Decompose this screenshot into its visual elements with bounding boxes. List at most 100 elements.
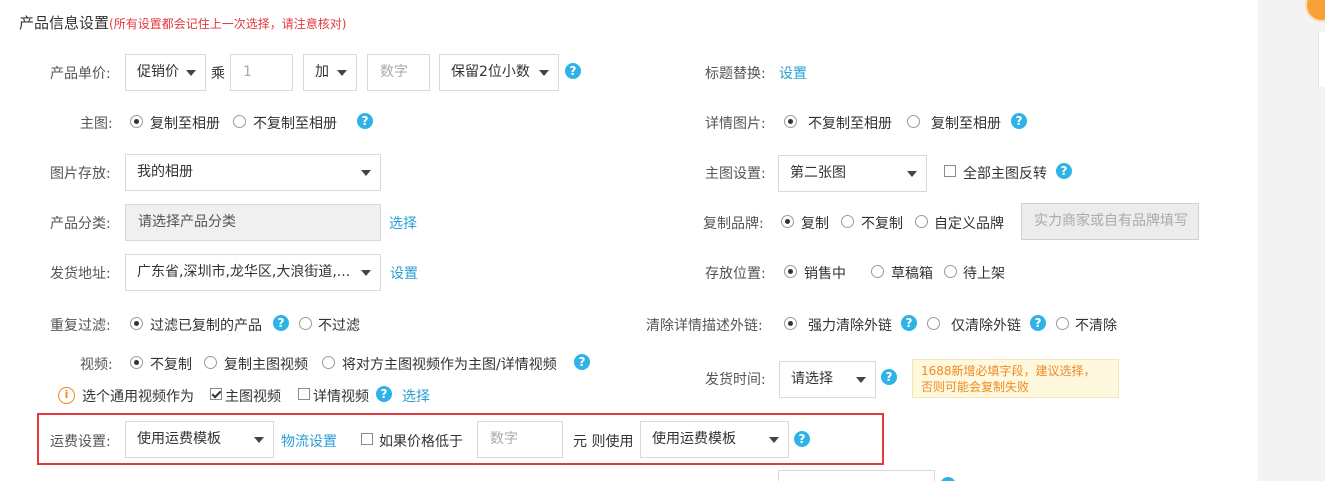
dedupe-none-label: 不过滤 (318, 318, 360, 334)
right-side-panel (1258, 0, 1325, 481)
alt-freight-template-value: 使用运费模板 (652, 431, 736, 447)
brand-copy-radio[interactable] (781, 215, 794, 228)
general-video-main-checkbox[interactable] (210, 388, 222, 400)
side-scrollbar[interactable] (1318, 32, 1325, 87)
price-below-label: 如果价格低于 (379, 434, 463, 450)
chevron-down-icon (254, 437, 264, 443)
general-video-main-label: 主图视频 (225, 389, 281, 405)
title-replace-label: 标题替换: (705, 66, 766, 82)
rounding-select[interactable]: 保留2位小数 (439, 54, 559, 91)
image-storage-value: 我的相册 (137, 164, 193, 180)
main-image-setting-label: 主图设置: (705, 166, 766, 182)
storage-location-label: 存放位置: (705, 266, 766, 282)
brand-nocopy-radio[interactable] (841, 215, 854, 228)
video-nocopy-radio[interactable] (130, 356, 143, 369)
multiply-label: 乘 (211, 66, 225, 82)
help-icon[interactable]: ? (881, 369, 897, 385)
help-icon[interactable]: ? (901, 315, 917, 331)
price-op-select[interactable]: 加 (303, 54, 357, 91)
help-icon[interactable]: ? (273, 315, 289, 331)
main-image-setting-select[interactable]: 第二张图 (778, 155, 927, 192)
storage-pending-radio[interactable] (944, 265, 957, 278)
clear-links-none-radio[interactable] (1056, 317, 1069, 330)
freight-template-value: 使用运费模板 (137, 431, 221, 447)
general-video-detail-label: 详情视频 (313, 389, 369, 405)
price-below-checkbox[interactable] (361, 433, 373, 445)
general-video-label: 选个通用视频作为 (82, 389, 194, 405)
ship-time-tip-line1: 1688新增必填字段，建议选择， (921, 364, 1096, 378)
ship-address-select[interactable]: 广东省,深圳市,龙华区,大浪街道,... (125, 254, 381, 291)
next-row-select-partial[interactable] (778, 470, 935, 481)
ship-time-tip: 1688新增必填字段，建议选择， 否则可能会复制失败 (912, 359, 1119, 398)
help-icon[interactable]: ? (357, 113, 373, 129)
detail-image-nocopy-radio[interactable] (784, 115, 797, 128)
freight-label: 运费设置: (50, 434, 111, 450)
image-storage-label: 图片存放: (50, 166, 111, 182)
info-warning-icon: i (58, 387, 75, 404)
help-icon[interactable]: ? (1011, 113, 1027, 129)
category-select-link[interactable]: 选择 (389, 213, 417, 233)
ship-time-select[interactable]: 请选择 (779, 361, 876, 398)
main-image-nocopy-radio[interactable] (233, 115, 246, 128)
brand-copy-label: 复制 (801, 216, 829, 232)
dedupe-filter-label: 过滤已复制的产品 (150, 318, 262, 334)
chevron-down-icon (361, 270, 371, 276)
help-icon[interactable]: ? (565, 63, 581, 79)
section-title-text: 产品信息设置 (19, 14, 110, 32)
price-factor-input[interactable]: 1 (230, 54, 293, 91)
chevron-down-icon (856, 377, 866, 383)
dedupe-none-radio[interactable] (299, 317, 312, 330)
price-label: 产品单价: (50, 66, 111, 82)
price-threshold-input[interactable]: 数字 (477, 421, 563, 458)
chevron-down-icon (907, 171, 917, 177)
chevron-down-icon (337, 70, 347, 76)
brand-nocopy-label: 不复制 (861, 216, 903, 232)
storage-draft-radio[interactable] (871, 265, 884, 278)
storage-draft-label: 草稿箱 (891, 266, 933, 282)
main-image-nocopy-label: 不复制至相册 (253, 116, 337, 132)
clear-links-strong-radio[interactable] (784, 317, 797, 330)
help-icon[interactable]: ? (1030, 315, 1046, 331)
chevron-down-icon (539, 70, 549, 76)
clear-links-label: 清除详情描述外链: (646, 318, 763, 334)
title-replace-link[interactable]: 设置 (779, 63, 807, 83)
clear-links-only-radio[interactable] (927, 317, 940, 330)
help-icon[interactable]: ? (574, 354, 590, 370)
main-image-copy-radio[interactable] (130, 115, 143, 128)
help-icon[interactable]: ? (794, 431, 810, 447)
unit-then-label: 元 则使用 (573, 434, 634, 450)
ship-time-tip-line2: 否则可能会复制失败 (921, 380, 1030, 394)
clear-links-none-label: 不清除 (1075, 318, 1117, 334)
price-base-select[interactable]: 促销价 (125, 54, 206, 91)
detail-image-copy-label: 复制至相册 (931, 116, 1001, 132)
ship-time-label: 发货时间: (705, 372, 766, 388)
detail-image-copy-radio[interactable] (907, 115, 920, 128)
brand-custom-radio[interactable] (915, 215, 928, 228)
help-icon[interactable]: ? (376, 386, 392, 402)
storage-onsale-radio[interactable] (784, 265, 797, 278)
logistics-settings-link[interactable]: 物流设置 (281, 431, 337, 451)
video-use-theirs-radio[interactable] (322, 356, 335, 369)
main-image-label: 主图: (80, 116, 113, 132)
category-input[interactable]: 请选择产品分类 (125, 204, 381, 241)
storage-onsale-label: 销售中 (804, 266, 846, 282)
alt-freight-template-select[interactable]: 使用运费模板 (640, 421, 789, 458)
reverse-main-images-checkbox[interactable] (944, 165, 956, 177)
help-icon[interactable]: ? (1056, 163, 1072, 179)
main-image-setting-value: 第二张图 (790, 165, 846, 181)
storage-pending-label: 待上架 (963, 266, 1005, 282)
image-storage-select[interactable]: 我的相册 (125, 154, 381, 191)
freight-template-select[interactable]: 使用运费模板 (125, 421, 274, 458)
price-addend-input[interactable]: 数字 (367, 54, 430, 91)
video-copy-main-radio[interactable] (204, 356, 217, 369)
section-title-note: (所有设置都会记住上一次选择，请注意核对) (109, 17, 347, 31)
chevron-down-icon (769, 437, 779, 443)
ship-address-link[interactable]: 设置 (390, 263, 418, 283)
general-video-detail-checkbox[interactable] (298, 388, 310, 400)
custom-brand-input[interactable]: 实力商家或自有品牌填写 (1021, 203, 1199, 240)
general-video-select-link[interactable]: 选择 (402, 386, 430, 406)
price-op-value: 加 (315, 64, 329, 80)
chevron-down-icon (186, 70, 196, 76)
dedupe-filter-radio[interactable] (130, 317, 143, 330)
help-icon[interactable] (940, 477, 956, 481)
